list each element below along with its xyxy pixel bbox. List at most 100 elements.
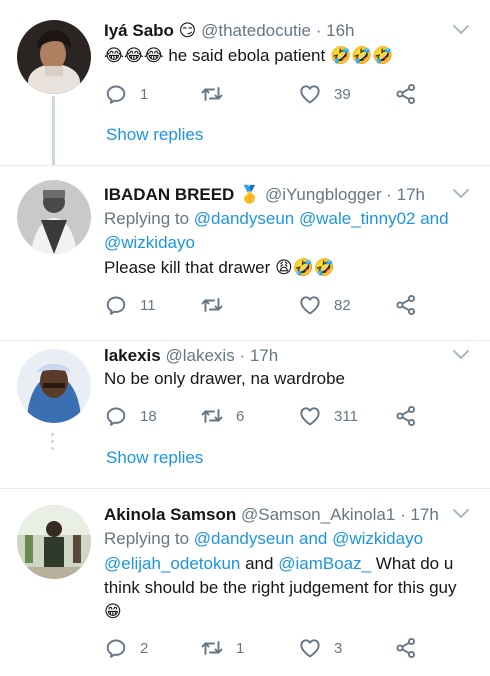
text-suffix-emoji: 🤣🤣🤣 bbox=[329, 46, 394, 65]
share-button[interactable] bbox=[394, 293, 418, 317]
chevron-down-icon[interactable] bbox=[452, 23, 470, 37]
heart-icon bbox=[298, 82, 322, 106]
tweet-text: Please kill that drawer 😩🤣🤣 bbox=[104, 256, 476, 280]
tweet-2[interactable]: IBADAN BREED 🥇 @iYungblogger · 17h Reply… bbox=[0, 166, 490, 340]
like-count: 3 bbox=[334, 639, 343, 657]
retweet-icon bbox=[200, 293, 224, 317]
retweet-icon bbox=[200, 404, 224, 428]
mention-link[interactable]: @dandyseun bbox=[194, 529, 294, 548]
user-handle[interactable]: @lakexis bbox=[165, 346, 234, 365]
mention-link[interactable]: @wizkidayo bbox=[332, 529, 423, 548]
tweet-4[interactable]: Akinola Samson @Samson_Akinola1 · 17h Re… bbox=[0, 489, 490, 676]
mention-link[interactable]: @iamBoaz_ bbox=[278, 554, 371, 573]
chevron-down-icon[interactable] bbox=[452, 187, 470, 201]
like-button[interactable]: 311 bbox=[298, 404, 358, 428]
replying-and: and bbox=[298, 529, 328, 548]
mention-link[interactable]: @elijah_odetokun bbox=[104, 554, 240, 573]
tweet-actions: 1 39 bbox=[104, 82, 424, 106]
tweet-text: @elijah_odetokun and @iamBoaz_ What do u… bbox=[104, 552, 476, 624]
like-button[interactable]: 3 bbox=[298, 636, 342, 660]
user-handle[interactable]: @Samson_Akinola1 bbox=[241, 505, 395, 524]
reply-icon bbox=[104, 293, 128, 317]
reply-count: 1 bbox=[140, 85, 149, 103]
mention-link[interactable]: @wale_tinny02 bbox=[299, 209, 416, 228]
share-button[interactable] bbox=[394, 404, 418, 428]
text-suffix-emoji: 😁 bbox=[104, 602, 122, 621]
timestamp[interactable]: · 17h bbox=[400, 505, 439, 524]
timestamp[interactable]: · 17h bbox=[239, 346, 278, 365]
reply-icon bbox=[104, 404, 128, 428]
like-button[interactable]: 39 bbox=[298, 82, 351, 106]
like-count: 82 bbox=[334, 296, 351, 314]
thread-line bbox=[52, 96, 55, 165]
timestamp[interactable]: · 17h bbox=[386, 185, 425, 204]
share-icon bbox=[394, 636, 418, 660]
user-handle[interactable]: @iYungblogger bbox=[265, 185, 382, 204]
avatar[interactable] bbox=[17, 349, 91, 423]
timestamp[interactable]: · 16h bbox=[316, 21, 355, 40]
tweet-body: No be only drawer, na wardrobe bbox=[104, 369, 345, 388]
share-icon bbox=[394, 293, 418, 317]
replying-label: Replying to bbox=[104, 209, 190, 228]
tweet-actions: 11 82 bbox=[104, 293, 424, 317]
tweet-1[interactable]: Iyá Sabo 😏 @thatedocutie · 16h 😂😂😂 he sa… bbox=[0, 0, 490, 165]
show-replies-link[interactable]: Show replies bbox=[106, 125, 203, 145]
replying-and: and bbox=[420, 209, 449, 228]
chevron-down-icon[interactable] bbox=[452, 507, 470, 521]
chevron-down-icon[interactable] bbox=[452, 348, 470, 362]
reply-count: 2 bbox=[140, 639, 149, 657]
avatar[interactable] bbox=[17, 180, 91, 254]
tweet-actions: 18 6 311 bbox=[104, 404, 424, 428]
reply-button[interactable]: 1 bbox=[104, 82, 148, 106]
display-name[interactable]: Iyá Sabo bbox=[104, 21, 174, 40]
retweet-count: 1 bbox=[236, 639, 245, 657]
reply-count: 11 bbox=[140, 296, 156, 314]
retweet-button[interactable]: 1 bbox=[200, 636, 244, 660]
tweet-body: he said ebola patient bbox=[168, 46, 326, 65]
reply-icon bbox=[104, 636, 128, 660]
display-name[interactable]: lakexis bbox=[104, 346, 161, 365]
like-button[interactable]: 82 bbox=[298, 293, 351, 317]
display-name[interactable]: IBADAN BREED bbox=[104, 185, 234, 204]
reply-count: 18 bbox=[140, 407, 157, 425]
user-handle[interactable]: @thatedocutie bbox=[201, 21, 311, 40]
reply-button[interactable]: 11 bbox=[104, 293, 156, 317]
tweet-header: IBADAN BREED 🥇 @iYungblogger · 17h bbox=[104, 184, 425, 206]
tweet-header: Akinola Samson @Samson_Akinola1 · 17h bbox=[104, 504, 439, 526]
name-emoji: 😏 bbox=[178, 21, 197, 40]
display-name[interactable]: Akinola Samson bbox=[104, 505, 236, 524]
name-emoji: 🥇 bbox=[239, 185, 261, 204]
replying-to: Replying to @dandyseun @wale_tinny02 and… bbox=[104, 207, 476, 255]
mention-and: and bbox=[245, 554, 274, 573]
reply-button[interactable]: 2 bbox=[104, 636, 148, 660]
reply-icon bbox=[104, 82, 128, 106]
thread-dots bbox=[51, 433, 55, 454]
tweet-body: What do u bbox=[375, 554, 454, 573]
replying-label: Replying to bbox=[104, 529, 190, 548]
heart-icon bbox=[298, 293, 322, 317]
retweet-button[interactable] bbox=[200, 82, 236, 106]
mention-link[interactable]: @dandyseun bbox=[194, 209, 294, 228]
share-button[interactable] bbox=[394, 82, 418, 106]
like-count: 39 bbox=[334, 85, 351, 103]
tweet-3[interactable]: lakexis @lakexis · 17h No be only drawer… bbox=[0, 341, 490, 488]
retweet-icon bbox=[200, 82, 224, 106]
tweet-header: Iyá Sabo 😏 @thatedocutie · 16h bbox=[104, 20, 355, 42]
tweet-text: 😂😂😂 he said ebola patient 🤣🤣🤣 bbox=[104, 44, 476, 68]
tweet-text: No be only drawer, na wardrobe bbox=[104, 367, 476, 391]
avatar[interactable] bbox=[17, 505, 91, 579]
like-count: 311 bbox=[334, 407, 358, 425]
heart-icon bbox=[298, 636, 322, 660]
retweet-button[interactable]: 6 bbox=[200, 404, 244, 428]
heart-icon bbox=[298, 404, 322, 428]
retweet-count: 6 bbox=[236, 407, 245, 425]
reply-button[interactable]: 18 bbox=[104, 404, 157, 428]
avatar[interactable] bbox=[17, 20, 91, 94]
show-replies-link[interactable]: Show replies bbox=[106, 448, 203, 468]
tweet-body-2: think should be the right judgement for … bbox=[104, 578, 457, 597]
tweet-actions: 2 1 3 bbox=[104, 636, 424, 660]
retweet-button[interactable] bbox=[200, 293, 236, 317]
share-button[interactable] bbox=[394, 636, 418, 660]
retweet-icon bbox=[200, 636, 224, 660]
mention-link[interactable]: @wizkidayo bbox=[104, 233, 195, 252]
